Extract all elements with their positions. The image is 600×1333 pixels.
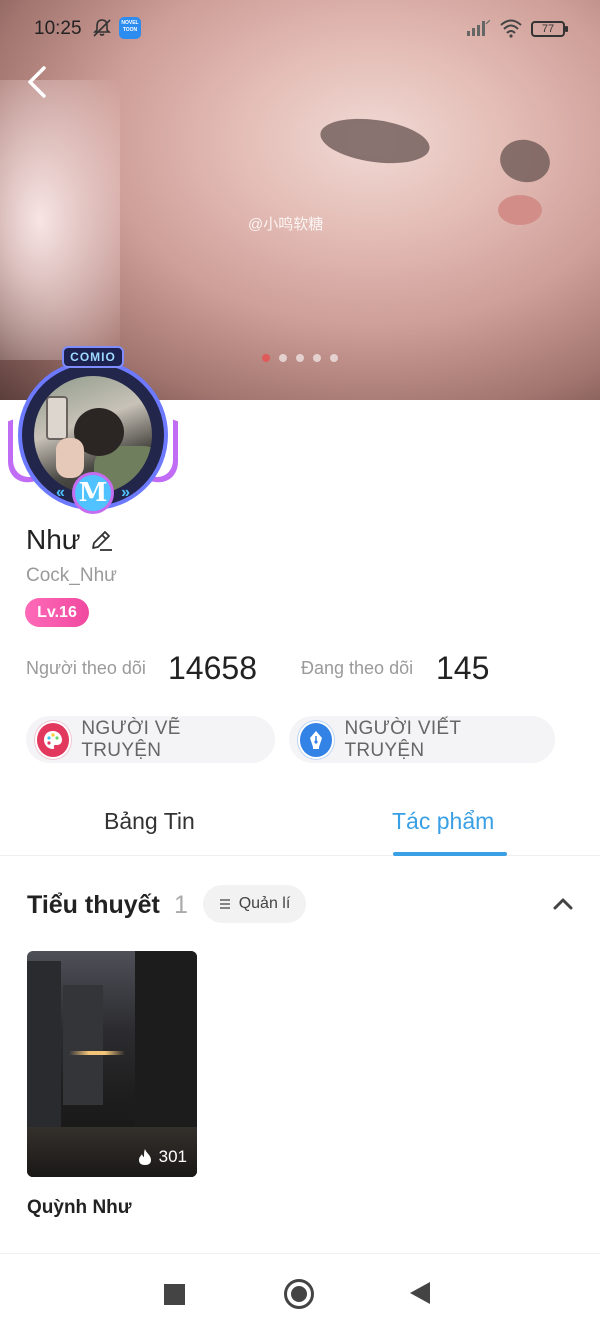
home-icon[interactable] [284, 1279, 314, 1309]
carousel-indicator [262, 354, 338, 362]
avatar[interactable]: COMIO «» M [6, 344, 180, 520]
list-icon [219, 899, 230, 909]
status-time: 10:25 [34, 18, 82, 39]
profile-banner[interactable]: @小鸣软糖 [0, 0, 600, 400]
manage-button-label: Quản lí [238, 895, 291, 912]
banner-image-highlight [0, 80, 120, 360]
following-count[interactable]: 145 [436, 650, 489, 687]
edit-pencil-icon[interactable] [88, 528, 114, 554]
back-arrow-icon[interactable] [26, 64, 50, 100]
banner-watermark: @小鸣软糖 [248, 216, 324, 233]
novel-toon-app-icon: NOVEL TOON [119, 17, 141, 39]
followers-label[interactable]: Người theo dõi [26, 658, 146, 679]
battery-icon: 77 [531, 21, 568, 37]
manage-button[interactable]: Quản lí [203, 885, 306, 923]
status-bar: 10:25 NOVEL TOON 77 [0, 0, 600, 56]
avatar-frame-badge: COMIO [62, 346, 124, 368]
back-triangle-icon[interactable] [410, 1282, 430, 1304]
chevron-up-icon[interactable] [551, 893, 575, 913]
carousel-dot [313, 354, 321, 362]
book-views-count: 301 [158, 1147, 187, 1166]
book-cover[interactable]: 301 [27, 951, 197, 1177]
recent-apps-icon[interactable] [164, 1284, 185, 1305]
carousel-dot [279, 354, 287, 362]
level-badge[interactable]: Lv.16 [25, 598, 89, 627]
role-chip-artist[interactable]: NGƯỜI VẼ TRUYỆN [26, 716, 275, 763]
carousel-dot-active [262, 354, 270, 362]
profile-name: Như [26, 524, 81, 555]
bell-muted-icon [93, 19, 111, 37]
tab-feed[interactable]: Bảng Tin [104, 808, 195, 835]
banner-image-detail [498, 195, 542, 225]
avatar-frame-emblem: M [72, 472, 114, 514]
profile-tabs: Bảng Tin Tác phẩm [0, 790, 600, 856]
pen-nib-icon [298, 720, 335, 759]
banner-image-detail [496, 135, 554, 187]
novels-section: Tiểu thuyết 1 Quản lí 301 Quỳnh Như [0, 857, 600, 1253]
carousel-dot [296, 354, 304, 362]
palette-icon [35, 720, 72, 759]
book-title[interactable]: Quỳnh Như [27, 1197, 132, 1219]
section-count: 1 [174, 891, 188, 919]
tab-works[interactable]: Tác phẩm [392, 808, 494, 835]
active-tab-indicator [393, 852, 507, 856]
role-chip-label: NGƯỜI VIẾT TRUYỆN [344, 717, 461, 761]
wifi-icon [500, 19, 522, 38]
role-chip-label: NGƯỜI VẼ TRUYỆN [81, 717, 181, 761]
following-label[interactable]: Đang theo dõi [301, 658, 413, 679]
followers-count[interactable]: 14658 [168, 650, 257, 687]
signal-icon [467, 20, 490, 36]
profile-username: Cock_Như [26, 565, 117, 586]
book-views: 301 [137, 1147, 187, 1167]
role-chip-writer[interactable]: NGƯỜI VIẾT TRUYỆN [289, 716, 555, 763]
carousel-dot [330, 354, 338, 362]
flame-icon [138, 1149, 151, 1165]
banner-image-detail [317, 112, 433, 170]
section-title: Tiểu thuyết [27, 891, 160, 919]
system-nav-bar [0, 1253, 600, 1333]
